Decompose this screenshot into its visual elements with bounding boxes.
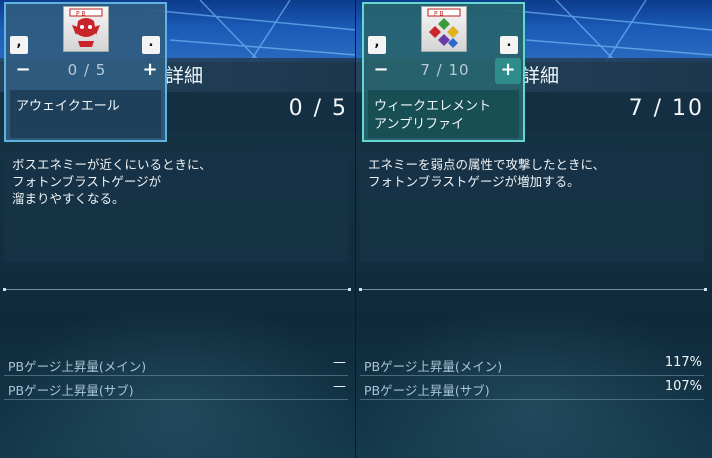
level-stepper: − 0 / 5 + [8,58,163,84]
period-key[interactable]: . [500,36,518,54]
separator-line [359,288,707,291]
svg-text:P B: P B [76,11,86,18]
stat-value: 107% [664,379,702,394]
decrease-button[interactable]: − [10,58,36,84]
description-line: ボスエネミーが近くにいるときに、 [12,157,212,172]
description-box: ボスエネミーが近くにいるときに、 フォトンブラストゲージが 溜まりやすくなる。 [4,150,348,262]
red-boss-emblem-icon: P B [63,6,109,52]
stat-value: 117% [664,355,702,370]
separator-dot [359,288,362,291]
skill-name: アウェイクエール [16,98,120,116]
stat-row-main: PBゲージ上昇量(メイン) 117% [360,354,704,376]
stepper-value: 7 / 10 [420,61,470,79]
separator-dot [704,288,707,291]
skill-name-line: アンプリファイ [374,117,465,132]
separator-dot [348,288,351,291]
description-text: エネミーを弱点の属性で攻撃したときに、 フォトンブラストゲージが増加する。 [368,156,605,190]
stepper-value: 0 / 5 [67,61,107,79]
stat-label: PBゲージ上昇量(サブ) [364,383,490,398]
description-box: エネミーを弱点の属性で攻撃したときに、 フォトンブラストゲージが増加する。 [360,150,704,262]
description-line: エネミーを弱点の属性で攻撃したときに、 [368,157,606,172]
stat-label: PBゲージ上昇量(メイン) [364,359,503,374]
separator-dot [3,288,6,291]
level-stepper: − 7 / 10 + [366,58,521,84]
description-line: 溜まりやすくなる。 [12,191,125,206]
stat-row-main: PBゲージ上昇量(メイン) — [4,354,348,376]
increase-button[interactable]: + [495,58,521,84]
description-text: ボスエネミーが近くにいるときに、 フォトンブラストゲージが 溜まりやすくなる。 [12,156,212,207]
skill-name-line: アウェイクエール [16,99,120,114]
comma-key[interactable]: , [368,36,386,54]
svg-text:P B: P B [434,11,444,18]
skill-name-box: アウェイクエール [10,90,161,138]
increase-button[interactable]: + [137,58,163,84]
skill-name-box: ウィークエレメント アンプリファイ [368,90,519,138]
four-element-gems-icon: P B [421,6,467,52]
stat-row-sub: PBゲージ上昇量(サブ) 107% [360,378,704,400]
title-text: 詳細 [521,65,560,87]
period-key[interactable]: . [142,36,160,54]
comma-key[interactable]: , [10,36,28,54]
decrease-button[interactable]: − [368,58,394,84]
skill-card[interactable]: P B , . − 0 / 5 + アウェイクエール [4,2,167,142]
stat-label: PBゲージ上昇量(メイン) [8,359,147,374]
right-skill-panel: 詳細 7 / 10 P B , . − 7 / 10 + ウィークエレメント ア… [356,0,712,458]
stat-label: PBゲージ上昇量(サブ) [8,383,134,398]
title-text: 詳細 [165,65,204,87]
stat-value: — [333,379,346,394]
level-display: 7 / 10 [628,96,704,121]
stat-row-sub: PBゲージ上昇量(サブ) — [4,378,348,400]
left-skill-panel: 詳細 0 / 5 P B , . − 0 / 5 + アウェイクエール ボスエネ… [0,0,356,458]
separator-line [3,288,351,291]
skill-name-line: ウィークエレメント [374,99,492,114]
description-line: フォトンブラストゲージが [12,174,162,189]
stat-value: — [333,355,346,370]
skill-card[interactable]: P B , . − 7 / 10 + ウィークエレメント アンプリファイ [362,2,525,142]
level-display: 0 / 5 [288,96,348,121]
skill-name: ウィークエレメント アンプリファイ [374,98,491,134]
description-line: フォトンブラストゲージが増加する。 [368,174,580,189]
